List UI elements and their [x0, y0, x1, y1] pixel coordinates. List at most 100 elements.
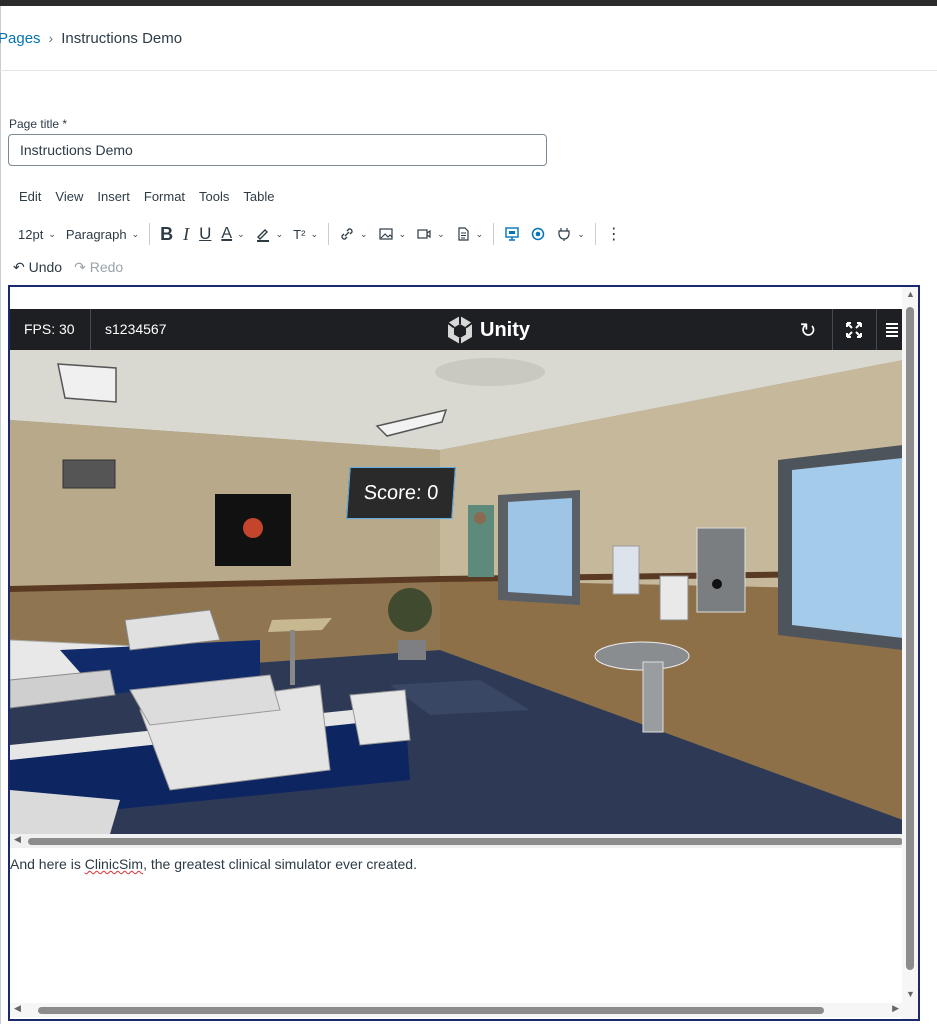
- scrollbar-thumb[interactable]: [28, 838, 903, 845]
- link-icon: [341, 228, 353, 240]
- italic-button[interactable]: I: [178, 221, 194, 247]
- toolbar-separator: [594, 223, 596, 245]
- link-button[interactable]: ⌄: [334, 221, 373, 247]
- student-id: s1234567: [105, 321, 167, 337]
- unity-logo-icon: [447, 316, 473, 344]
- media-button[interactable]: ⌄: [411, 221, 450, 247]
- editor-vertical-scrollbar[interactable]: ▲ ▼: [902, 287, 918, 1019]
- highlight-color-button[interactable]: ⌄: [250, 221, 289, 247]
- scroll-right-icon[interactable]: ▶: [892, 1003, 899, 1014]
- chevron-down-icon: ⌄: [131, 228, 140, 239]
- redo-icon: ↷: [74, 259, 86, 275]
- chevron-down-icon: ⌄: [48, 228, 56, 239]
- highlighter-icon: [256, 229, 269, 242]
- editor-content-area[interactable]: FPS: 30 s1234567 Unity ↻ Score: 0 ◀ And …: [8, 285, 920, 1021]
- menu-button[interactable]: [882, 315, 902, 345]
- unity-toolbar-divider: [90, 309, 91, 350]
- page-title-input[interactable]: [8, 134, 547, 166]
- hospital-room-scene: [10, 350, 903, 834]
- toolbar-separator: [328, 223, 329, 245]
- breadcrumb-current: Instructions Demo: [61, 29, 183, 47]
- media-icon: [417, 229, 431, 239]
- scrollbar-thumb[interactable]: [906, 307, 914, 970]
- fullscreen-button[interactable]: [839, 315, 869, 345]
- unity-brand: Unity: [480, 318, 530, 341]
- left-border: [0, 6, 1, 1024]
- more-icon: ⋮: [605, 226, 622, 243]
- editor-horizontal-scrollbar[interactable]: ◀ ▶: [10, 1003, 903, 1017]
- record-button[interactable]: [525, 221, 551, 247]
- block-format-value: Paragraph: [65, 226, 127, 242]
- breadcrumb-pages-link[interactable]: Pages: [0, 30, 41, 47]
- unity-toolbar-divider: [832, 309, 833, 350]
- fps-counter: FPS: 30: [24, 321, 75, 337]
- plugin-button[interactable]: ⌄: [551, 221, 590, 247]
- undo-label: Undo: [28, 259, 63, 275]
- undo-button[interactable]: ↶ Undo: [13, 259, 62, 276]
- more-button[interactable]: ⋮: [601, 221, 627, 247]
- reload-button[interactable]: ↻: [793, 315, 823, 345]
- top-bar: [0, 0, 937, 6]
- text-color-icon: A: [221, 225, 233, 242]
- chevron-down-icon: ⌄: [237, 228, 245, 239]
- redo-label: Redo: [89, 259, 124, 275]
- editor-menubar: Edit View Insert Format Tools Table: [19, 189, 288, 204]
- toolbar-separator: [149, 223, 151, 245]
- breadcrumb: Pages › Instructions Demo: [0, 26, 182, 50]
- plugin-icon: [558, 228, 570, 241]
- editor-toolbar: 12pt ⌄ Paragraph ⌄ B I U A ⌄ ⌄ T² ⌄ ⌄ ⌄ …: [13, 221, 627, 247]
- menu-table[interactable]: Table: [243, 189, 274, 204]
- chevron-down-icon: ⌄: [437, 228, 445, 239]
- redo-button[interactable]: ↷ Redo: [74, 259, 123, 276]
- menu-view[interactable]: View: [55, 189, 83, 204]
- unity-toolbar: FPS: 30 s1234567 Unity ↻: [10, 309, 903, 350]
- paragraph-text: , the greatest clinical simulator ever c…: [143, 856, 417, 872]
- superscript-icon: T²: [293, 226, 306, 242]
- record-icon: [531, 227, 545, 241]
- score-display: Score: 0: [346, 467, 456, 519]
- toolbar-separator: [493, 223, 495, 245]
- text-color-button[interactable]: A ⌄: [216, 221, 249, 247]
- menu-format[interactable]: Format: [144, 189, 185, 204]
- unity-toolbar-divider: [876, 309, 877, 350]
- scroll-up-icon[interactable]: ▲: [906, 289, 915, 299]
- menu-edit[interactable]: Edit: [19, 189, 41, 204]
- scrollbar-thumb[interactable]: [38, 1007, 824, 1014]
- header-divider: [0, 70, 937, 71]
- document-button[interactable]: ⌄: [450, 221, 489, 247]
- chevron-down-icon: ⌄: [398, 228, 407, 239]
- font-size-select[interactable]: 12pt ⌄: [13, 221, 61, 247]
- content-paragraph: And here is ClinicSim, the greatest clin…: [10, 856, 417, 872]
- menu-tools[interactable]: Tools: [199, 189, 229, 204]
- chevron-down-icon: ⌄: [360, 228, 368, 239]
- scroll-left-icon[interactable]: ◀: [14, 834, 21, 845]
- menu-insert[interactable]: Insert: [97, 189, 130, 204]
- misspelled-word: ClinicSim: [84, 856, 144, 872]
- menu-icon: [886, 323, 898, 337]
- block-format-select[interactable]: Paragraph ⌄: [61, 221, 144, 247]
- bold-button[interactable]: B: [155, 221, 178, 247]
- chevron-down-icon: ⌄: [275, 228, 284, 239]
- history-controls: ↶ Undo ↷ Redo: [13, 259, 123, 276]
- document-icon: [458, 227, 469, 241]
- embed-icon: [505, 227, 519, 241]
- chevron-down-icon: ⌄: [475, 228, 484, 239]
- page-title-label: Page title *: [9, 117, 68, 131]
- image-button[interactable]: ⌄: [373, 221, 412, 247]
- chevron-right-icon: ›: [48, 30, 54, 46]
- paragraph-text: And here is: [10, 856, 85, 872]
- undo-icon: ↶: [13, 259, 25, 275]
- scroll-down-icon[interactable]: ▼: [906, 989, 915, 999]
- superscript-button[interactable]: T² ⌄: [288, 221, 323, 247]
- chevron-down-icon: ⌄: [577, 228, 585, 239]
- reload-icon: ↻: [799, 319, 817, 342]
- embed-button[interactable]: [499, 221, 525, 247]
- font-size-value: 12pt: [18, 226, 44, 242]
- underline-button[interactable]: U: [194, 221, 216, 247]
- unity-game-canvas[interactable]: Score: 0: [10, 350, 903, 834]
- image-icon: [378, 228, 393, 240]
- chevron-down-icon: ⌄: [310, 228, 318, 239]
- iframe-horizontal-scrollbar[interactable]: ◀: [10, 834, 903, 848]
- fullscreen-icon: [846, 322, 862, 338]
- scroll-left-icon[interactable]: ◀: [14, 1003, 21, 1014]
